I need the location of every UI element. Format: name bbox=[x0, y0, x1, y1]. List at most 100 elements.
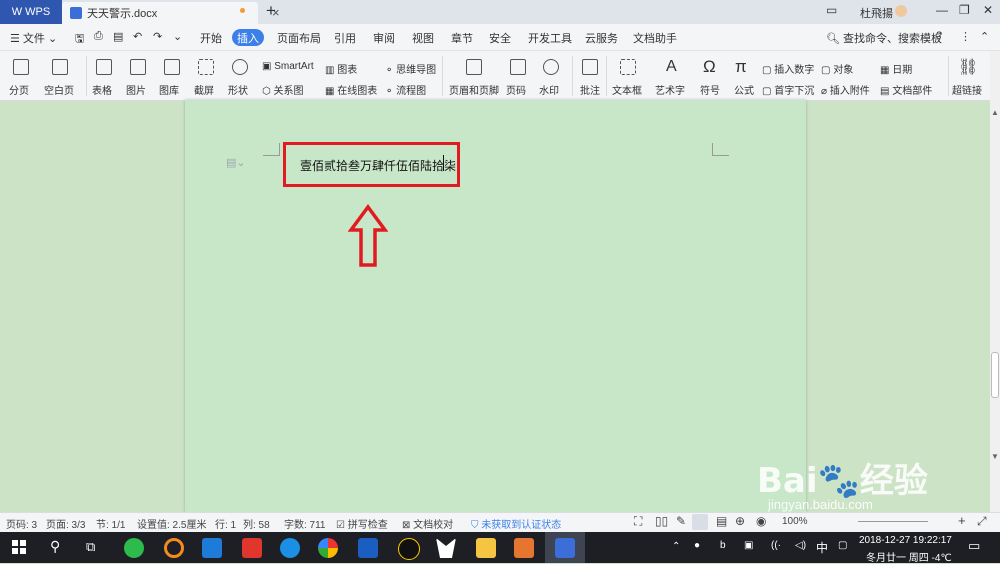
read-mode-icon[interactable]: ▯▯ bbox=[655, 514, 668, 528]
wordart-button[interactable]: 艺术字 bbox=[655, 82, 685, 97]
dropcap-button[interactable]: ▢ 首字下沉 bbox=[762, 82, 814, 97]
expand-icon[interactable]: ⤢ bbox=[977, 514, 987, 529]
tab-developer[interactable]: 开发工具 bbox=[528, 30, 572, 46]
redo-icon[interactable]: ↷ bbox=[153, 30, 162, 43]
ime-indicator[interactable]: 中 bbox=[816, 539, 828, 556]
document-tab[interactable]: 天天警示.docx × bbox=[62, 2, 280, 24]
page-view-button[interactable] bbox=[692, 514, 708, 530]
avatar[interactable] bbox=[895, 5, 907, 17]
collapse-ribbon-icon[interactable]: ⌃ bbox=[980, 30, 989, 43]
fullscreen-icon[interactable]: ▭ bbox=[826, 3, 837, 17]
comment-button[interactable]: 批注 bbox=[580, 82, 600, 97]
status-section[interactable]: 节: 1/1 bbox=[96, 516, 125, 531]
page-break-button[interactable]: 分页 bbox=[9, 82, 29, 97]
table-button[interactable]: 表格 bbox=[92, 82, 112, 97]
color-app-icon[interactable] bbox=[318, 538, 338, 558]
document-page[interactable] bbox=[185, 100, 806, 512]
browser-icon[interactable] bbox=[164, 538, 184, 558]
chart-button[interactable]: ▥ 图表 bbox=[325, 61, 357, 76]
date-button[interactable]: ▦ 日期 bbox=[880, 61, 912, 76]
doc-parts-button[interactable]: ▤ 文档部件 bbox=[880, 82, 932, 97]
status-pages[interactable]: 页面: 3/3 bbox=[46, 516, 85, 531]
shapes-button[interactable]: 形状 bbox=[228, 82, 248, 97]
formula-button[interactable]: 公式 bbox=[734, 82, 754, 97]
tray-expand-icon[interactable]: ⌃ bbox=[672, 541, 680, 552]
save-icon[interactable]: 🖫 bbox=[75, 30, 84, 49]
close-window-icon[interactable]: ✕ bbox=[983, 3, 993, 17]
help-icon[interactable]: ? bbox=[936, 30, 942, 42]
notification-icon[interactable]: ▭ bbox=[968, 538, 980, 554]
object-button[interactable]: ▢ 对象 bbox=[821, 61, 853, 76]
stats-app-icon[interactable] bbox=[358, 538, 378, 558]
cert-status[interactable]: ⛉ 未获取到认证状态 bbox=[471, 516, 561, 531]
restore-icon[interactable]: ❐ bbox=[959, 3, 970, 17]
attachment-button[interactable]: ⌀ 插入附件 bbox=[821, 82, 870, 97]
status-row[interactable]: 行: 1 bbox=[215, 516, 236, 531]
pdf-app-icon[interactable] bbox=[514, 538, 534, 558]
tab-home[interactable]: 开始 bbox=[200, 30, 222, 46]
page-number-button[interactable]: 页码 bbox=[506, 82, 526, 97]
scroll-up-icon[interactable]: ▲ bbox=[991, 108, 999, 117]
status-page-number[interactable]: 页码: 3 bbox=[6, 516, 37, 531]
tab-references[interactable]: 引用 bbox=[334, 30, 356, 46]
tray-app2-icon[interactable]: ▣ bbox=[744, 540, 753, 551]
smartart-button[interactable]: ▣ SmartArt bbox=[262, 61, 314, 72]
wifi-icon[interactable]: ((· bbox=[771, 540, 781, 551]
tab-review[interactable]: 审阅 bbox=[373, 30, 395, 46]
pen-icon[interactable]: ✎ bbox=[676, 514, 686, 528]
zoom-level[interactable]: 100% bbox=[782, 516, 808, 527]
file-menu[interactable]: ☰ 文件 ⌄ bbox=[10, 30, 57, 46]
relation-button[interactable]: ⬡ 关系图 bbox=[262, 82, 304, 97]
ime-app-icon[interactable]: ▢ bbox=[838, 540, 847, 551]
fullscreen-view-icon[interactable]: ⛶ bbox=[634, 514, 642, 529]
user-name[interactable]: 杜飛揚 bbox=[860, 5, 893, 21]
store-icon[interactable] bbox=[202, 538, 222, 558]
clock-lunar-date[interactable]: 冬月廿一 周四 -4℃ bbox=[866, 549, 952, 564]
status-column[interactable]: 列: 58 bbox=[243, 516, 270, 531]
windows-start-icon[interactable] bbox=[12, 540, 26, 554]
scrollbar-thumb[interactable] bbox=[991, 352, 999, 398]
print-preview-icon[interactable]: ▤ bbox=[113, 30, 123, 43]
qq-icon[interactable] bbox=[398, 538, 420, 560]
symbol-button[interactable]: 符号 bbox=[700, 82, 720, 97]
tab-page-layout[interactable]: 页面布局 bbox=[277, 30, 321, 46]
tab-insert[interactable]: 插入 bbox=[232, 29, 264, 46]
zoom-in-icon[interactable]: + bbox=[958, 513, 966, 528]
wps-writer-icon[interactable] bbox=[555, 538, 575, 558]
app-red-icon[interactable] bbox=[242, 538, 262, 558]
search-icon[interactable]: ⚲ bbox=[50, 538, 60, 555]
blank-page-button[interactable]: 空白页 bbox=[44, 82, 74, 97]
zoom-slider[interactable] bbox=[858, 521, 928, 522]
flowchart-button[interactable]: ⚬ 流程图 bbox=[385, 82, 426, 97]
hyperlink-button[interactable]: 超链接 bbox=[952, 82, 982, 97]
web-view-icon[interactable]: ⊕ bbox=[735, 514, 745, 528]
more-icon[interactable]: ⋮ bbox=[960, 30, 971, 43]
spell-check-button[interactable]: ☑ 拼写检查 bbox=[336, 516, 388, 531]
clock-datetime[interactable]: 2018-12-27 19:22:17 bbox=[859, 535, 952, 546]
paragraph-layout-icon[interactable]: ▤⌄ bbox=[226, 156, 246, 169]
print-icon[interactable]: ⎙ bbox=[94, 30, 103, 43]
outline-view-icon[interactable]: ▤ bbox=[716, 514, 727, 528]
tab-security[interactable]: 安全 bbox=[489, 30, 511, 46]
wps-home-tab[interactable]: W WPS bbox=[0, 0, 62, 24]
tab-cloud[interactable]: 云服务 bbox=[585, 30, 618, 46]
status-setting[interactable]: 设置值: 2.5厘米 bbox=[137, 516, 206, 531]
wechat-icon[interactable] bbox=[124, 538, 144, 558]
screenshot-button[interactable]: 截屏 bbox=[194, 82, 214, 97]
file-explorer-icon[interactable] bbox=[476, 538, 496, 558]
command-search[interactable]: 🔍︎ 查找命令、搜索模板 bbox=[826, 30, 942, 46]
insert-number-button[interactable]: ▢ 插入数字 bbox=[762, 61, 814, 76]
tab-doc-assistant[interactable]: 文档助手 bbox=[633, 30, 677, 46]
textbox-button[interactable]: 文本框 bbox=[612, 82, 642, 97]
picture-button[interactable]: 图片 bbox=[126, 82, 146, 97]
proofread-button[interactable]: ⊠ 文档校对 bbox=[402, 516, 453, 531]
tab-chapter[interactable]: 章节 bbox=[451, 30, 473, 46]
online-chart-button[interactable]: ▦ 在线图表 bbox=[325, 82, 377, 97]
ie-icon[interactable] bbox=[280, 538, 300, 558]
status-word-count[interactable]: 字数: 711 bbox=[284, 516, 326, 531]
minimize-icon[interactable]: — bbox=[936, 3, 948, 17]
scroll-down-icon[interactable]: ▼ bbox=[991, 452, 999, 461]
tray-app-icon[interactable]: ● bbox=[694, 540, 700, 551]
quick-access-more-icon[interactable]: ⌄ bbox=[173, 30, 182, 43]
volume-icon[interactable]: ◁) bbox=[795, 540, 806, 551]
